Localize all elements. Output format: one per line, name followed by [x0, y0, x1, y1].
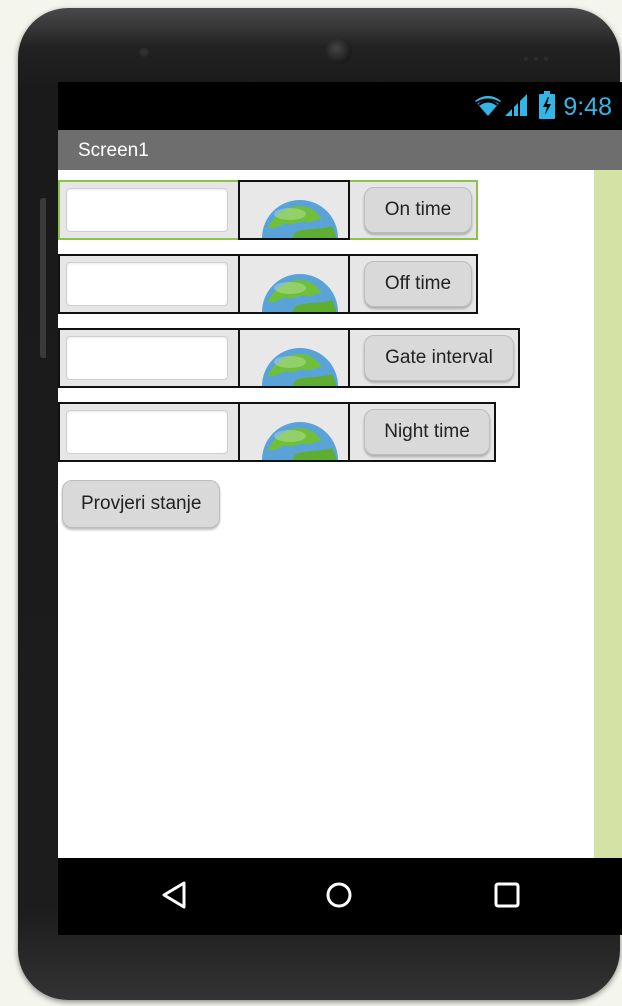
gate-interval-image: [238, 328, 350, 388]
page: 9:48 Screen1 On time Off time Gate inter…: [0, 0, 622, 1006]
off-time-button[interactable]: Off time: [364, 261, 472, 307]
row-gate-interval: Gate interval: [58, 328, 520, 388]
gate-interval-button[interactable]: Gate interval: [364, 335, 514, 381]
on-time-image: [238, 180, 350, 240]
row-night-time: Night time: [58, 402, 496, 462]
phone-frame: 9:48 Screen1 On time Off time Gate inter…: [18, 8, 622, 1000]
night-time-button[interactable]: Night time: [364, 409, 490, 455]
scroll-strip: [594, 170, 622, 858]
on-time-button[interactable]: On time: [364, 187, 472, 233]
row-off-time: Off time: [58, 254, 478, 314]
row-on-time[interactable]: On time: [58, 180, 478, 240]
side-button: [40, 198, 46, 358]
off-time-image: [238, 254, 350, 314]
camera-lens: [326, 38, 352, 64]
off-time-text-field[interactable]: [66, 262, 228, 306]
on-time-text-field[interactable]: [66, 188, 228, 232]
globe-icon: [262, 200, 338, 238]
status-bar: 9:48: [58, 82, 622, 130]
check-status-button[interactable]: Provjeri stanje: [62, 480, 221, 528]
globe-icon: [262, 422, 338, 460]
screen-title: Screen1: [78, 140, 149, 161]
signal-icon: [503, 92, 529, 123]
speaker-dot: [138, 46, 150, 58]
nav-bar: [58, 858, 622, 935]
back-icon[interactable]: [160, 880, 188, 915]
home-icon[interactable]: [324, 880, 354, 915]
battery-charging-icon: [539, 90, 556, 124]
status-time: 9:48: [563, 92, 612, 121]
status-icons: 9:48: [473, 90, 612, 124]
content-area: On time Off time Gate interval Night tim…: [58, 170, 622, 858]
night-time-image: [238, 402, 350, 462]
globe-icon: [262, 274, 338, 312]
app-title-bar: Screen1: [58, 130, 622, 170]
recents-icon[interactable]: [492, 880, 522, 915]
phone-screen: 9:48 Screen1 On time Off time Gate inter…: [58, 82, 622, 935]
globe-icon: [262, 348, 338, 386]
wifi-icon: [473, 92, 503, 123]
night-time-text-field[interactable]: [66, 410, 228, 454]
gate-interval-text-field[interactable]: [66, 336, 228, 380]
sensor-dots: [524, 48, 554, 61]
